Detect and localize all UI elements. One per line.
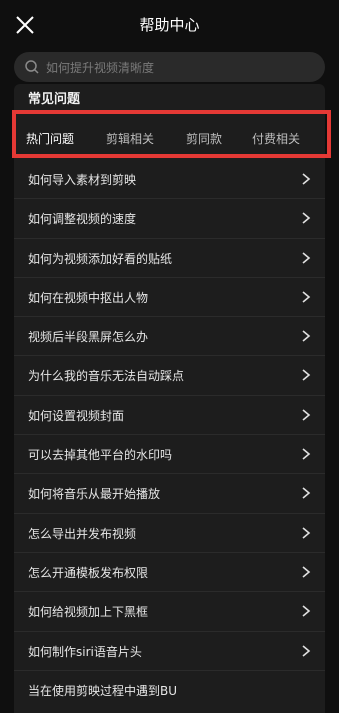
tab-editing[interactable]: 剪辑相关 <box>106 130 154 147</box>
active-tab-indicator <box>40 154 68 156</box>
section-title: 常见问题 <box>28 92 81 107</box>
list-item-label: 如何在视频中抠出人物 <box>28 290 149 305</box>
chevron-right-icon <box>302 212 311 224</box>
chevron-right-icon <box>302 173 311 185</box>
list-item-label: 如何为视频添加好看的贴纸 <box>28 251 173 266</box>
list-item-label: 当在使用剪映过程中遇到BU <box>28 683 178 698</box>
list-item-label: 如何设置视频封面 <box>28 408 125 423</box>
list-item-label: 可以去掉其他平台的水印吗 <box>28 448 173 463</box>
list-item[interactable]: 如何给视频加上下黑框 <box>14 592 325 632</box>
tab-payment[interactable]: 付费相关 <box>252 130 300 147</box>
list-item[interactable]: 如何导入素材到剪映 <box>14 160 325 200</box>
chevron-right-icon <box>302 605 311 617</box>
list-item[interactable]: 如何制作siri语音片头 <box>14 632 325 671</box>
list-item-label: 如何调整视频的速度 <box>28 212 137 227</box>
chevron-right-icon <box>302 369 311 382</box>
search-placeholder: 如何提升视频清晰度 <box>46 61 155 75</box>
list-item[interactable]: 怎么开通模板发布权限 <box>14 553 325 593</box>
chevron-right-icon <box>302 251 311 264</box>
list-item-label: 为什么我的音乐无法自动踩点 <box>28 369 185 384</box>
list-item[interactable]: 可以去掉其他平台的水印吗 <box>14 435 325 475</box>
list-item[interactable]: 如何设置视频封面 <box>14 396 325 436</box>
list-item-label: 怎么开通模板发布权限 <box>28 565 149 580</box>
chevron-right-icon <box>302 644 311 657</box>
search-icon <box>25 60 39 74</box>
chevron-right-icon <box>302 409 311 421</box>
list-item-label: 如何导入素材到剪映 <box>28 173 137 187</box>
list-item[interactable]: 如何调整视频的速度 <box>14 199 325 239</box>
list-item[interactable]: 如何在视频中抠出人物 <box>14 278 325 318</box>
list-item[interactable]: 视频后半段黑屏怎么办 <box>14 317 325 357</box>
tab-bar: 热门问题 剪辑相关 剪同款 付费相关 <box>12 110 331 158</box>
faq-card: 常见问题 热门问题 剪辑相关 剪同款 付费相关 如何导入素材到剪映 如何调整视频… <box>12 84 331 713</box>
chevron-right-icon <box>302 566 311 578</box>
list-item[interactable]: 为什么我的音乐无法自动踩点 <box>14 356 325 396</box>
list-item-label: 如何制作siri语音片头 <box>28 644 142 659</box>
list-item-label: 怎么导出并发布视频 <box>28 526 137 541</box>
tab-hot-questions[interactable]: 热门问题 <box>26 130 74 147</box>
chevron-right-icon <box>302 527 311 539</box>
list-item-label: 如何给视频加上下黑框 <box>28 605 149 620</box>
chevron-right-icon <box>302 487 311 499</box>
page-title: 帮助中心 <box>139 16 200 34</box>
tab-same-template[interactable]: 剪同款 <box>186 130 222 147</box>
list-item[interactable]: 当在使用剪映过程中遇到BU <box>14 671 325 710</box>
header: 帮助中心 <box>0 0 339 50</box>
list-item[interactable]: 怎么导出并发布视频 <box>14 514 325 553</box>
chevron-right-icon <box>302 291 311 303</box>
question-list: 如何导入素材到剪映 如何调整视频的速度 如何为视频添加好看的贴纸 如何在视频中抠… <box>14 160 325 710</box>
chevron-right-icon <box>302 330 311 342</box>
search-input[interactable]: 如何提升视频清晰度 <box>14 52 325 82</box>
list-item[interactable]: 如何将音乐从最开始播放 <box>14 474 325 514</box>
list-item[interactable]: 如何为视频添加好看的贴纸 <box>14 239 325 278</box>
list-item-label: 视频后半段黑屏怎么办 <box>28 330 149 345</box>
chevron-right-icon <box>302 448 311 460</box>
list-item-label: 如何将音乐从最开始播放 <box>28 487 161 502</box>
